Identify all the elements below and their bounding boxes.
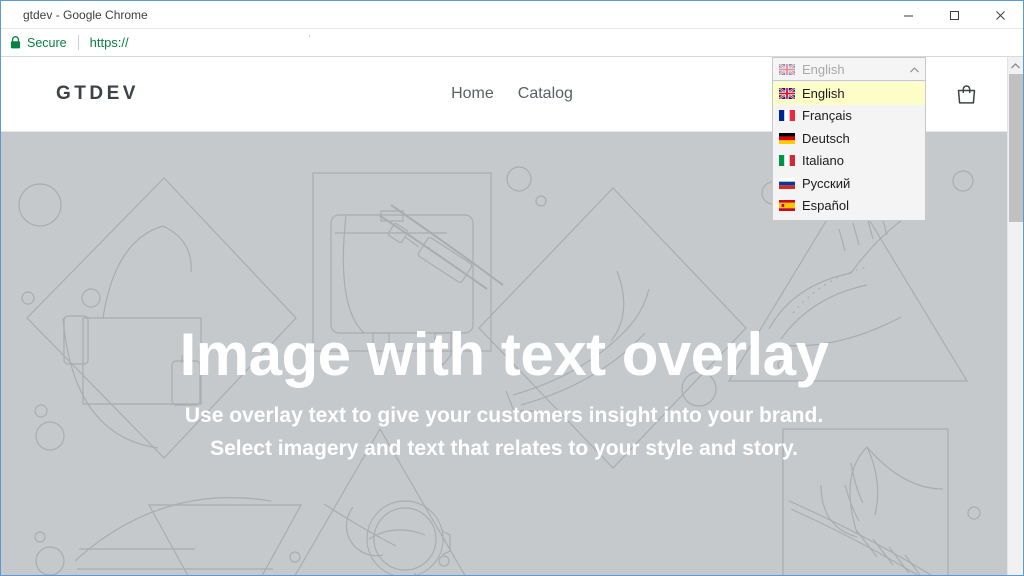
language-select-box[interactable]: English <box>772 57 926 81</box>
security-label: Secure <box>27 35 67 50</box>
language-option-label: Deutsch <box>802 130 850 146</box>
language-option-espanol[interactable]: Español <box>773 195 925 218</box>
language-option-english[interactable]: English <box>773 82 925 105</box>
window-controls <box>885 1 1023 29</box>
maximize-button[interactable] <box>931 1 977 29</box>
language-option-francais[interactable]: Français <box>773 105 925 128</box>
language-option-label: Français <box>802 108 852 124</box>
vertical-scrollbar[interactable] <box>1007 57 1023 575</box>
site-logo[interactable]: GTDEV <box>56 83 139 105</box>
flag-uk-icon <box>779 63 795 75</box>
language-option-russian[interactable]: Русский <box>773 172 925 195</box>
language-options-list[interactable]: English Français Deutsch Italiano Русски… <box>772 81 926 221</box>
shopping-bag-icon <box>957 84 975 104</box>
chevron-up-icon <box>910 60 919 78</box>
omnibox[interactable]: Secure https:// <box>1 29 1023 57</box>
language-option-label: Русский <box>802 175 851 191</box>
flag-france-icon <box>779 110 795 122</box>
flag-spain-icon <box>779 200 795 212</box>
omnibox-divider <box>77 35 79 50</box>
page-viewport: GTDEV Home Catalog Image with text overl… <box>1 57 1023 575</box>
nav-link-home[interactable]: Home <box>451 85 494 103</box>
url-text[interactable]: https:// <box>90 35 129 50</box>
scroll-up-arrow[interactable] <box>1008 57 1023 74</box>
flag-russia-icon <box>779 177 795 189</box>
scrollbar-thumb[interactable] <box>1009 74 1023 222</box>
hero-title: Image with text overlay <box>179 321 829 388</box>
language-option-label: Español <box>802 198 849 214</box>
flag-italy-icon <box>779 155 795 167</box>
flag-germany-icon <box>779 132 795 144</box>
lock-icon <box>10 36 21 49</box>
close-button[interactable] <box>977 1 1023 29</box>
language-selector[interactable]: English English Français Deutsch Italian… <box>772 57 926 221</box>
omnibox-caret <box>308 35 310 37</box>
hero-subtitle: Use overlay text to give your customers … <box>184 404 824 460</box>
window-title: gtdev - Google Chrome <box>23 7 148 22</box>
hero-copy: Image with text overlay Use overlay text… <box>1 323 1007 465</box>
title-bar: gtdev - Google Chrome <box>1 1 1023 29</box>
flag-uk-icon <box>779 87 795 99</box>
language-option-italiano[interactable]: Italiano <box>773 150 925 173</box>
minimize-button[interactable] <box>885 1 931 29</box>
language-option-label: Italiano <box>802 153 844 169</box>
browser-window: gtdev - Google Chrome Secure https:// GT… <box>0 0 1024 576</box>
language-option-deutsch[interactable]: Deutsch <box>773 127 925 150</box>
nav-link-catalog[interactable]: Catalog <box>518 85 573 103</box>
language-option-label: English <box>802 85 845 101</box>
language-select-value: English <box>802 61 845 77</box>
cart-button[interactable] <box>951 79 981 109</box>
